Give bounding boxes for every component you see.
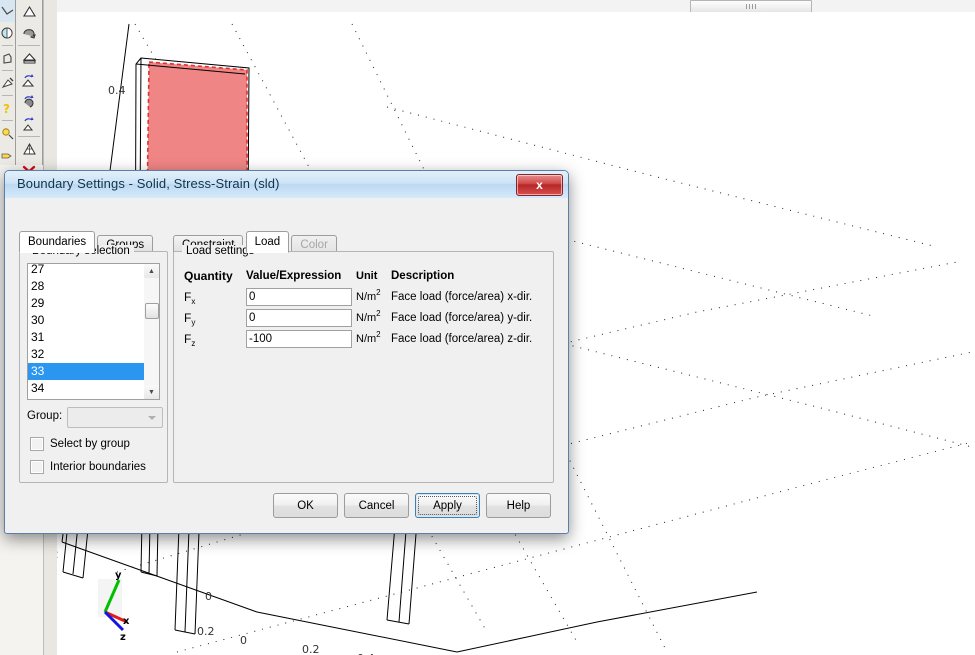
list-item[interactable]: 34 bbox=[28, 380, 144, 397]
help-key-icon[interactable]: ? bbox=[0, 97, 15, 119]
triad-label-y: y bbox=[115, 570, 122, 581]
axis-label-bottom-0: 0 bbox=[205, 590, 212, 603]
group-row: Group: bbox=[27, 407, 163, 428]
scroll-down-arrow-icon[interactable]: ▼ bbox=[144, 385, 159, 399]
tab-load[interactable]: Load bbox=[245, 231, 290, 253]
header-unit: Unit bbox=[356, 270, 378, 282]
unit-fz: N/m2 bbox=[356, 329, 381, 345]
unit-fy: N/m2 bbox=[356, 308, 381, 324]
toolbar-divider bbox=[18, 45, 40, 46]
toolbar-column-one: ? bbox=[0, 0, 16, 165]
toolbar-divider bbox=[2, 45, 13, 46]
description-fx: Face load (force/area) x-dir. bbox=[391, 290, 533, 303]
axis-label-bottom-0-2: 0.2 bbox=[302, 643, 320, 655]
apply-button[interactable]: Apply bbox=[415, 493, 480, 518]
group-dropdown[interactable] bbox=[67, 407, 163, 428]
axis-label-left-neg0-2: -0.2 bbox=[57, 548, 58, 561]
mesh-revolve-icon[interactable] bbox=[16, 22, 42, 44]
interior-boundaries-checkbox[interactable] bbox=[30, 460, 44, 474]
mesh-probe-icon[interactable] bbox=[0, 72, 15, 94]
remesh-icon[interactable] bbox=[16, 91, 42, 113]
dialog-titlebar[interactable]: Boundary Settings - Solid, Stress-Strain… bbox=[5, 171, 568, 199]
interior-boundaries-label: Interior boundaries bbox=[50, 461, 146, 473]
svg-text:?: ? bbox=[3, 102, 10, 115]
coordinate-triad: y x z bbox=[98, 570, 130, 643]
interior-boundaries-checkbox-row[interactable]: Interior boundaries bbox=[30, 460, 146, 474]
toolbar-divider bbox=[2, 120, 13, 121]
list-item-selected[interactable]: 33 bbox=[28, 363, 144, 380]
list-item[interactable]: 30 bbox=[28, 312, 144, 329]
list-item[interactable]: 28 bbox=[28, 278, 144, 295]
unit-fx: N/m2 bbox=[356, 287, 381, 303]
tab-boundaries[interactable]: Boundaries bbox=[19, 231, 96, 253]
tag-icon[interactable] bbox=[0, 144, 15, 166]
select-by-group-label: Select by group bbox=[50, 438, 130, 450]
boundaries-panel: Boundaries Groups Boundary selection 27 … bbox=[19, 231, 168, 483]
refine-mesh-icon[interactable] bbox=[16, 69, 42, 91]
boundary-list[interactable]: 27 28 29 30 31 32 33 34 35 bbox=[27, 263, 145, 400]
ok-button[interactable]: OK bbox=[273, 493, 338, 518]
mesh-stats-icon[interactable] bbox=[16, 138, 42, 160]
extrude-icon[interactable] bbox=[0, 47, 15, 69]
axis-label-depth-0-2: 0.2 bbox=[197, 625, 215, 638]
boundary-selection-groupbox: Boundary selection 27 28 29 30 31 32 33 … bbox=[19, 245, 168, 483]
table-row: Fz N/m2 Face load (force/area) z-dir. bbox=[184, 328, 532, 349]
quantity-fy: Fy bbox=[184, 310, 196, 327]
list-item[interactable]: 29 bbox=[28, 295, 144, 312]
fx-value-input[interactable] bbox=[246, 287, 352, 306]
table-header-row: Quantity Value/Expression Unit Descripti… bbox=[184, 266, 532, 286]
scroll-up-arrow-icon[interactable]: ▲ bbox=[144, 264, 159, 278]
triad-label-z: z bbox=[120, 632, 126, 643]
scrollbar-thumb[interactable] bbox=[145, 303, 159, 319]
load-panel: Constraint Load Color Load settings Quan… bbox=[173, 231, 554, 483]
dialog-title: Boundary Settings - Solid, Stress-Strain… bbox=[17, 176, 280, 191]
help-button[interactable]: Help bbox=[486, 493, 551, 518]
header-description: Description bbox=[391, 270, 455, 282]
quantity-fz: Fz bbox=[184, 331, 196, 348]
axis-label-left-0-4: 0.4 bbox=[108, 84, 126, 97]
scrollbar-grip-icon bbox=[746, 4, 756, 9]
boundary-settings-dialog[interactable]: Boundary Settings - Solid, Stress-Strain… bbox=[4, 170, 569, 534]
cancel-button[interactable]: Cancel bbox=[344, 493, 409, 518]
triad-label-x: x bbox=[123, 616, 130, 627]
chevron-down-icon bbox=[148, 415, 156, 420]
lamp-settings-icon[interactable] bbox=[0, 122, 15, 144]
list-item[interactable]: 27 bbox=[28, 264, 144, 278]
quantity-fx: Fx bbox=[184, 289, 196, 306]
mesh-extrude-icon[interactable] bbox=[16, 47, 42, 69]
toolbar-divider bbox=[18, 136, 40, 137]
fz-value-input[interactable] bbox=[246, 329, 352, 348]
toolbar-divider bbox=[2, 95, 13, 96]
select-by-group-checkbox-row[interactable]: Select by group bbox=[30, 437, 130, 451]
toolbar-divider bbox=[2, 70, 13, 71]
boundary-list-scrollbar[interactable]: ▲ ▼ bbox=[144, 263, 160, 400]
load-settings-table: Quantity Value/Expression Unit Descripti… bbox=[184, 266, 532, 349]
table-row: Fy N/m2 Face load (force/area) y-dir. bbox=[184, 307, 532, 328]
list-item[interactable]: 31 bbox=[28, 329, 144, 346]
dialog-button-bar: OK Cancel Apply Help bbox=[5, 485, 568, 533]
group-label: Group: bbox=[27, 410, 63, 422]
close-icon[interactable]: x bbox=[516, 174, 563, 196]
description-fz: Face load (force/area) z-dir. bbox=[391, 332, 533, 345]
dialog-body: Boundaries Groups Boundary selection 27 … bbox=[5, 198, 568, 533]
polyline-icon[interactable] bbox=[0, 0, 15, 22]
coarsen-mesh-icon[interactable] bbox=[16, 113, 42, 135]
load-settings-groupbox: Load settings Quantity Value/Expression … bbox=[173, 245, 554, 483]
revolve-icon[interactable] bbox=[0, 22, 15, 44]
header-value: Value/Expression bbox=[246, 270, 342, 282]
list-item[interactable]: 35 bbox=[28, 397, 144, 399]
mesh-triangle-icon[interactable] bbox=[16, 0, 42, 22]
fy-value-input[interactable] bbox=[246, 308, 352, 327]
apply-button-label: Apply bbox=[433, 499, 462, 512]
description-fy: Face load (force/area) y-dir. bbox=[391, 311, 533, 324]
select-by-group-checkbox[interactable] bbox=[30, 437, 44, 451]
header-quantity: Quantity bbox=[184, 269, 233, 283]
toolbar-column-two bbox=[16, 0, 43, 177]
table-row: Fx N/m2 Face load (force/area) x-dir. bbox=[184, 286, 532, 307]
list-item[interactable]: 32 bbox=[28, 346, 144, 363]
axis-label-bottom-0b: 0 bbox=[240, 634, 247, 647]
application-root: ? 0.4 0 0.2 0 0.2 y x z Boundary Setting… bbox=[0, 0, 975, 655]
